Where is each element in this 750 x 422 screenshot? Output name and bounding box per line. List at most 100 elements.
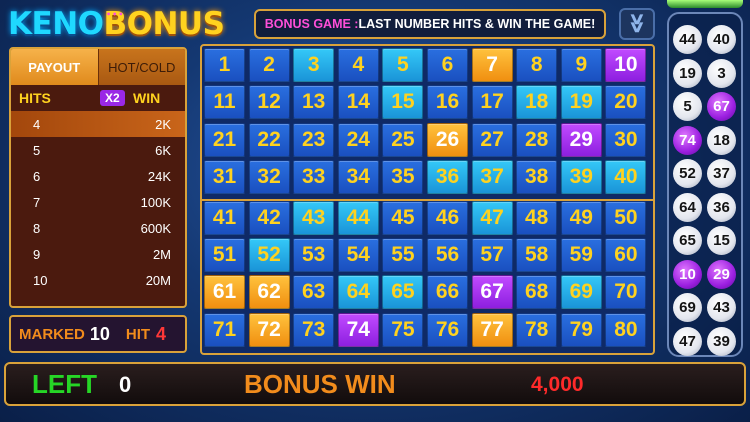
number-cell[interactable]: 71	[204, 312, 245, 347]
number-cell-hit[interactable]: 29	[560, 122, 602, 157]
ball-tube-cap	[667, 0, 743, 8]
number-cell[interactable]: 2	[248, 48, 290, 82]
collapse-button[interactable]: ∨ ∨	[619, 8, 655, 40]
number-cell[interactable]: 70	[605, 275, 647, 310]
number-cell[interactable]: 31	[204, 160, 245, 195]
number-cell[interactable]: 49	[560, 200, 602, 235]
chevron-double-down-icon: ∨ ∨	[628, 11, 646, 36]
number-cell-drawn[interactable]: 69	[560, 275, 602, 310]
payout-hits: 9	[33, 247, 41, 262]
number-cell[interactable]: 73	[293, 312, 335, 347]
number-cell[interactable]: 57	[471, 238, 513, 272]
number-cell[interactable]: 38	[516, 160, 558, 195]
number-cell[interactable]: 24	[337, 122, 379, 157]
number-cell[interactable]: 59	[560, 238, 602, 272]
number-cell[interactable]: 75	[382, 312, 424, 347]
number-cell-drawn[interactable]: 36	[427, 160, 468, 195]
number-cell[interactable]: 22	[248, 122, 290, 157]
number-cell[interactable]: 68	[516, 275, 558, 310]
number-cell-hit[interactable]: 67	[471, 275, 513, 310]
number-cell-hit[interactable]: 10	[605, 48, 647, 82]
drawn-ball: 37	[707, 159, 736, 188]
number-cell-drawn[interactable]: 3	[293, 48, 335, 82]
number-cell-drawn[interactable]: 15	[382, 85, 424, 120]
drawn-balls-panel: 44 40 19 3 5 67 74 18 52 37 64 36 65 15 10 29 69 43 47 39	[667, 12, 743, 357]
number-cell[interactable]: 1	[204, 48, 245, 82]
number-cell[interactable]: 28	[516, 122, 558, 157]
number-cell-drawn[interactable]: 44	[337, 200, 379, 235]
number-cell[interactable]: 11	[204, 85, 245, 120]
number-cell[interactable]: 30	[605, 122, 647, 157]
payout-hits: 4	[33, 117, 41, 132]
number-cell-drawn[interactable]: 52	[248, 238, 290, 272]
payout-win: 2M	[152, 247, 171, 262]
number-cell[interactable]: 63	[293, 275, 335, 310]
number-cell[interactable]: 21	[204, 122, 245, 157]
number-cell[interactable]: 50	[605, 200, 647, 235]
number-cell[interactable]: 80	[605, 312, 647, 347]
tab-payout[interactable]: PAYOUT	[11, 49, 98, 85]
number-cell-marked[interactable]: 26	[427, 122, 468, 157]
number-cell[interactable]: 14	[337, 85, 379, 120]
number-cell-marked[interactable]: 77	[471, 312, 513, 347]
number-cell[interactable]: 32	[248, 160, 290, 195]
number-cell[interactable]: 55	[382, 238, 424, 272]
number-cell-hit[interactable]: 74	[337, 312, 379, 347]
number-cell[interactable]: 53	[293, 238, 335, 272]
number-cell-marked[interactable]: 62	[248, 275, 290, 310]
number-cell[interactable]: 66	[427, 275, 468, 310]
number-cell-drawn[interactable]: 5	[382, 48, 424, 82]
number-cell[interactable]: 23	[293, 122, 335, 157]
marked-hit-panel: MARKED 10 HIT 4	[9, 315, 187, 353]
number-cell-drawn[interactable]: 37	[471, 160, 513, 195]
payout-hits: 8	[33, 221, 41, 236]
number-cell[interactable]: 58	[516, 238, 558, 272]
bottom-status-bar: LEFT 0 BONUS WIN 4,000	[4, 362, 746, 406]
number-cell[interactable]: 13	[293, 85, 335, 120]
number-cell[interactable]: 56	[427, 238, 468, 272]
number-cell-drawn[interactable]: 19	[560, 85, 602, 120]
drawn-ball-hit: 74	[673, 125, 702, 155]
number-cell-drawn[interactable]: 65	[382, 275, 424, 310]
number-cell[interactable]: 60	[605, 238, 647, 272]
number-cell[interactable]: 25	[382, 122, 424, 157]
number-cell[interactable]: 54	[337, 238, 379, 272]
payout-hits: 5	[33, 143, 41, 158]
number-cell[interactable]: 41	[204, 200, 245, 235]
number-cell-drawn[interactable]: 40	[605, 160, 647, 195]
number-cell[interactable]: 9	[560, 48, 602, 82]
number-cell[interactable]: 34	[337, 160, 379, 195]
number-cell[interactable]: 33	[293, 160, 335, 195]
number-cell[interactable]: 46	[427, 200, 468, 235]
number-cell[interactable]: 51	[204, 238, 245, 272]
drawn-ball: 19	[673, 58, 702, 88]
number-cell[interactable]: 76	[427, 312, 468, 347]
number-cell[interactable]: 17	[471, 85, 513, 120]
number-cell[interactable]: 4	[337, 48, 379, 82]
number-cell[interactable]: 8	[516, 48, 558, 82]
number-cell[interactable]: 6	[427, 48, 468, 82]
logo-keno-text: KENO	[8, 6, 104, 42]
left-value: 0	[119, 372, 132, 397]
number-cell[interactable]: 20	[605, 85, 647, 120]
number-cell-marked[interactable]: 61	[204, 275, 245, 310]
number-cell[interactable]: 27	[471, 122, 513, 157]
number-cell-drawn[interactable]: 39	[560, 160, 602, 195]
number-cell-marked[interactable]: 72	[248, 312, 290, 347]
number-cell-drawn[interactable]: 18	[516, 85, 558, 120]
number-cell[interactable]: 78	[516, 312, 558, 347]
number-cell-marked[interactable]: 7	[471, 48, 513, 82]
number-cell[interactable]: 42	[248, 200, 290, 235]
number-cell-drawn[interactable]: 43	[293, 200, 335, 235]
payout-row: 9 2M	[11, 241, 185, 267]
tab-hot-cold[interactable]: HOT/COLD	[97, 49, 185, 85]
marked-label: MARKED	[19, 325, 85, 343]
number-cell[interactable]: 48	[516, 200, 558, 235]
number-cell[interactable]: 79	[560, 312, 602, 347]
number-cell-drawn[interactable]: 47	[471, 200, 513, 235]
number-cell[interactable]: 16	[427, 85, 468, 120]
number-cell[interactable]: 35	[382, 160, 424, 195]
number-cell-drawn[interactable]: 64	[337, 275, 379, 310]
number-cell[interactable]: 12	[248, 85, 290, 120]
number-cell[interactable]: 45	[382, 200, 424, 235]
